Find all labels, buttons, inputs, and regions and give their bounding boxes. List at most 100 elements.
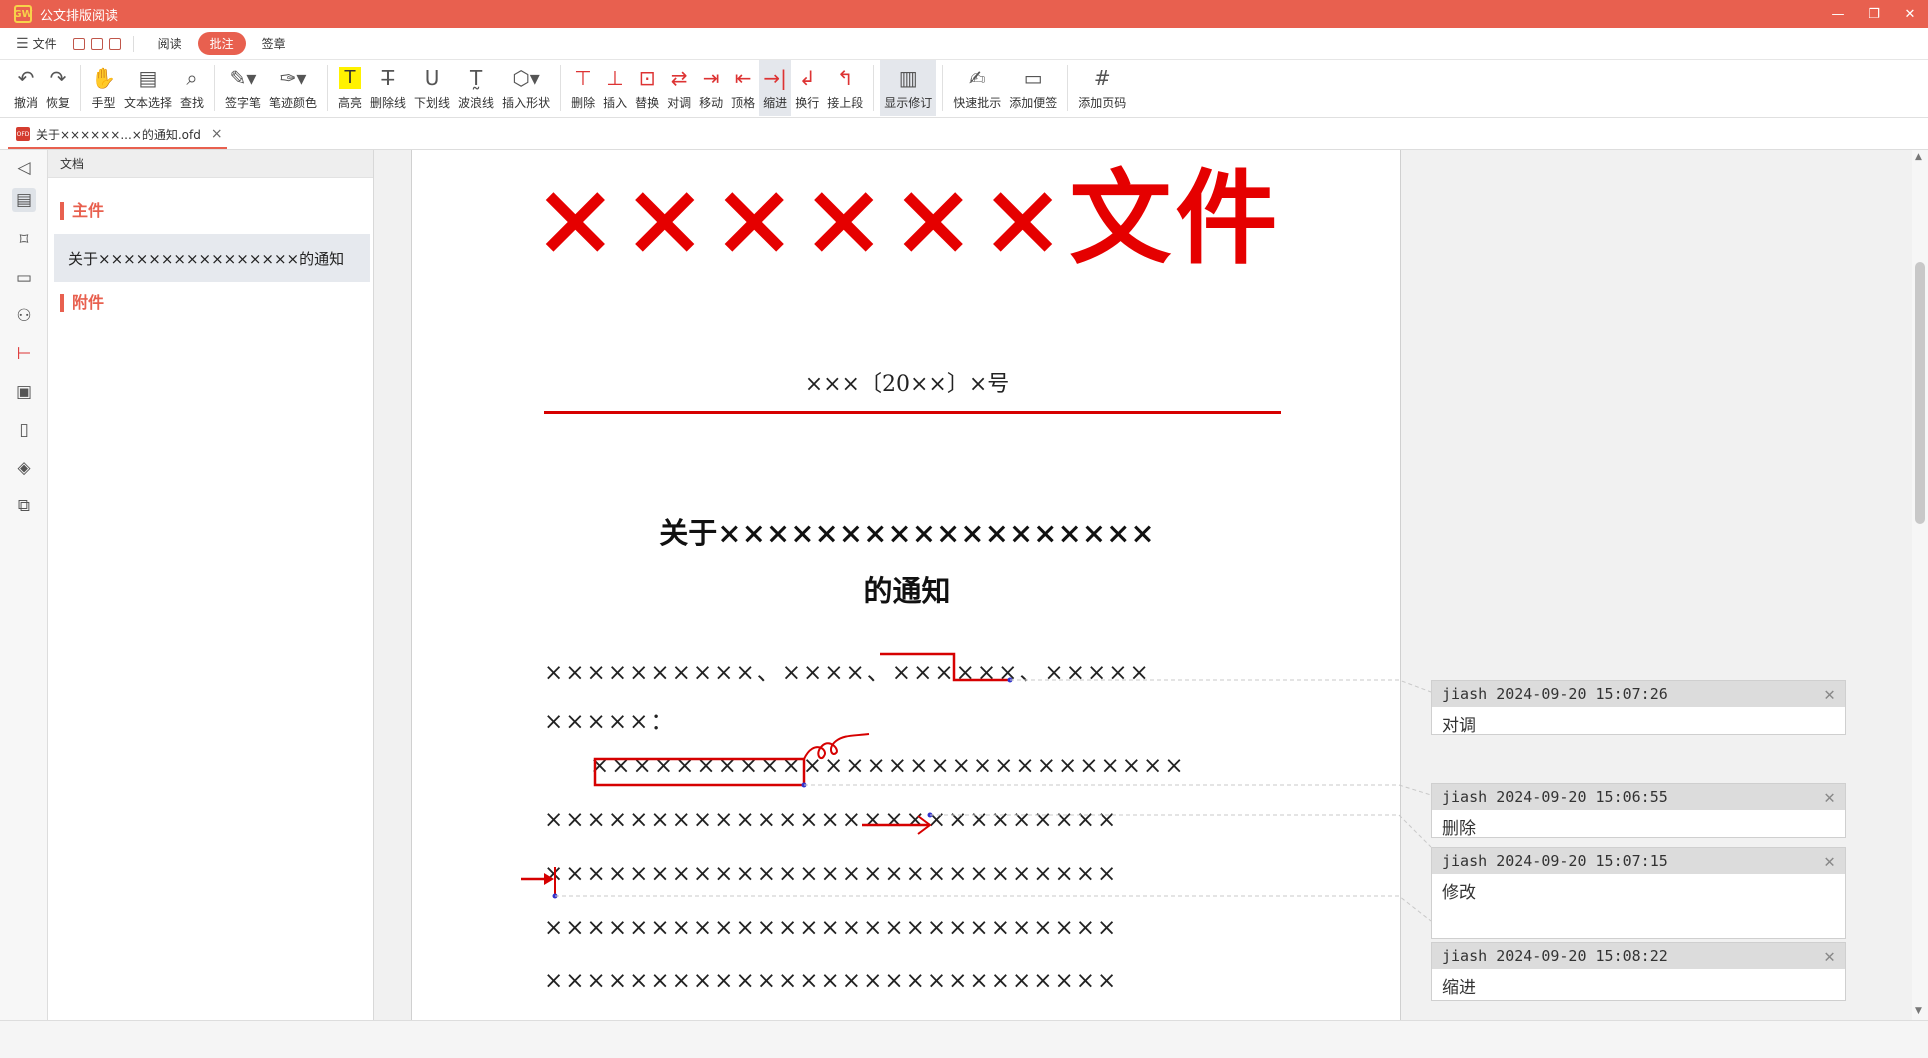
undo-icon: ↶ [17, 66, 35, 90]
comment-list-icon[interactable]: ▭ [12, 266, 36, 290]
scroll-thumb[interactable] [1915, 262, 1925, 524]
sign-pen-button[interactable]: ✎▾ 签字笔 [221, 60, 265, 116]
outline-icon[interactable]: ▤ [12, 188, 36, 212]
insert-shape-button[interactable]: ⬡▾ 插入形状 [498, 60, 554, 116]
document-tab-strip: OFD 关于××××××...×的通知.ofd × [0, 118, 1928, 150]
close-comment-icon[interactable]: ✕ [1824, 684, 1835, 705]
add-page-number-button[interactable]: # 添加页码 [1074, 60, 1130, 116]
move-mark-button[interactable]: ⇥ 移动 [695, 60, 727, 116]
body-line: ××××××××××××××××××××××××××× [544, 807, 1119, 833]
comment-time: 2024-09-20 15:07:15 [1496, 852, 1668, 870]
outline-header: 文档 [48, 150, 373, 178]
hexagon-icon: ⬡▾ [512, 66, 540, 90]
tab-annotate[interactable]: 批注 [197, 32, 246, 55]
revisions-icon: ▥ [898, 66, 918, 90]
insert-mark-icon: ⊥ [606, 66, 624, 90]
document-page: ××××××文件 ×××〔20××〕×号 关于×××××××××××××××××… [411, 150, 1401, 1020]
left-icon-rail: ◁ ▤ ⌑ ▭ ⚇ ⊢ ▣ ▯ ◈ ⧉ [0, 150, 48, 1020]
red-separator-line [544, 411, 1281, 414]
restore-button[interactable]: ❐ [1856, 0, 1892, 28]
pen-color-button[interactable]: ✑▾ 笔迹颜色 [265, 60, 321, 116]
indent-mark-button[interactable]: →| 缩进 [759, 60, 792, 116]
swap-mark-button[interactable]: ⇄ 对调 [663, 60, 695, 116]
outline-main-section[interactable]: 主件 [60, 202, 104, 220]
undo-button[interactable]: ↶ 撤消 [10, 60, 42, 116]
outline-attachment-section[interactable]: 附件 [60, 294, 104, 312]
hand-tool-button[interactable]: ✋ 手型 [87, 60, 120, 116]
document-viewport[interactable]: ××××××文件 ×××〔20××〕×号 关于×××××××××××××××××… [374, 150, 1912, 1020]
find-button[interactable]: ⌕ 查找 [176, 60, 208, 116]
indent-mark-icon: →| [763, 66, 787, 90]
scroll-up-icon[interactable]: ▲ [1915, 152, 1922, 162]
page-icon[interactable]: ▯ [12, 418, 36, 442]
redo-icon: ↷ [49, 66, 67, 90]
comment-card[interactable]: jiash 2024-09-20 15:07:15 ✕ 修改 [1431, 847, 1846, 939]
body-line: ××××××××××××××××××××××××××× [544, 915, 1119, 941]
revision-mark-icon[interactable]: ⊢ [12, 342, 36, 366]
outline-panel: 文档 主件 关于××××××××××××××××的通知 附件 [48, 150, 374, 1020]
join-mark-icon: ↰ [836, 66, 854, 90]
strikethrough-button[interactable]: T̶ 删除线 [366, 60, 410, 116]
collapse-panel-icon[interactable]: ◁ [12, 156, 36, 180]
newline-mark-button[interactable]: ↲ 换行 [791, 60, 823, 116]
file-menu-label: 文件 [32, 37, 57, 51]
show-revisions-button[interactable]: ▥ 显示修订 [880, 60, 937, 116]
move-mark-icon: ⇥ [702, 66, 720, 90]
layers-icon[interactable]: ◈ [12, 456, 36, 480]
heading-line-1: 关于×××××××××××××××××× [659, 516, 1155, 550]
delete-mark-button[interactable]: ⊤ 删除 [567, 60, 599, 116]
top-mark-button[interactable]: ⇤ 顶格 [727, 60, 759, 116]
quick-comment-button[interactable]: ✍ 快速批示 [949, 60, 1005, 116]
highlight-icon: T [339, 66, 361, 90]
status-bar [0, 1020, 1928, 1058]
underline-button[interactable]: U 下划线 [410, 60, 454, 116]
text-select-button[interactable]: ▤ 文本选择 [120, 60, 176, 116]
close-button[interactable]: ✕ [1892, 0, 1928, 28]
comment-card[interactable]: jiash 2024-09-20 15:06:55 ✕ 删除 [1431, 783, 1846, 839]
user-icon[interactable]: ⚇ [12, 304, 36, 328]
add-note-button[interactable]: ▭ 添加便签 [1005, 60, 1061, 116]
highlight-button[interactable]: T 高亮 [334, 60, 366, 116]
scroll-down-icon[interactable]: ▼ [1915, 1006, 1922, 1016]
replace-mark-button[interactable]: ⊡ 替换 [631, 60, 663, 116]
redo-button[interactable]: ↷ 恢复 [42, 60, 74, 116]
comment-card[interactable]: jiash 2024-09-20 15:08:22 ✕ 缩进 [1431, 942, 1846, 1001]
comment-card[interactable]: jiash 2024-09-20 15:07:26 ✕ 对调 [1431, 680, 1846, 736]
pen-icon: ✎▾ [229, 66, 257, 90]
join-mark-button[interactable]: ↰ 接上段 [823, 60, 867, 116]
menu-bar: ☰ 文件 阅读 批注 签章 [0, 28, 1928, 60]
top-mark-icon: ⇤ [734, 66, 752, 90]
insert-mark-button[interactable]: ⊥ 插入 [599, 60, 631, 116]
tab-read[interactable]: 阅读 [146, 32, 194, 55]
ofd-file-icon: OFD [16, 127, 30, 141]
close-comment-icon[interactable]: ✕ [1824, 946, 1835, 967]
wavy-line-button[interactable]: T̰ 波浪线 [454, 60, 498, 116]
vertical-scrollbar[interactable]: ▲ ▼ [1912, 150, 1928, 1020]
comment-author: jiash [1442, 852, 1488, 870]
replace-mark-icon: ⊡ [638, 66, 656, 90]
print-icon[interactable] [108, 37, 121, 50]
comment-text: 删除 [1442, 819, 1476, 839]
close-comment-icon[interactable]: ✕ [1824, 851, 1835, 872]
attachments-icon[interactable]: ⧉ [12, 494, 36, 518]
tab-sign[interactable]: 签章 [250, 32, 298, 55]
window-controls: — ❐ ✕ [1820, 0, 1928, 28]
outline-main-item[interactable]: 关于××××××××××××××××的通知 [54, 234, 370, 282]
toolbar-divider [327, 65, 328, 111]
close-tab-icon[interactable]: × [211, 126, 223, 142]
signature-icon[interactable]: ▣ [12, 380, 36, 404]
body-line: ×××××： [544, 709, 676, 735]
quick-comment-icon: ✍ [968, 66, 986, 90]
save-icon[interactable] [90, 37, 103, 50]
open-icon[interactable] [72, 37, 85, 50]
file-menu[interactable]: ☰ 文件 [16, 35, 57, 52]
minimize-button[interactable]: — [1820, 0, 1856, 28]
close-comment-icon[interactable]: ✕ [1824, 787, 1835, 808]
comment-time: 2024-09-20 15:07:26 [1496, 685, 1668, 703]
document-tab[interactable]: OFD 关于××××××...×的通知.ofd × [8, 121, 227, 149]
delete-mark-icon: ⊤ [574, 66, 592, 90]
note-icon: ▭ [1023, 66, 1043, 90]
quick-access [72, 37, 121, 50]
hand-icon: ✋ [91, 66, 116, 90]
bookmark-icon[interactable]: ⌑ [12, 228, 36, 252]
